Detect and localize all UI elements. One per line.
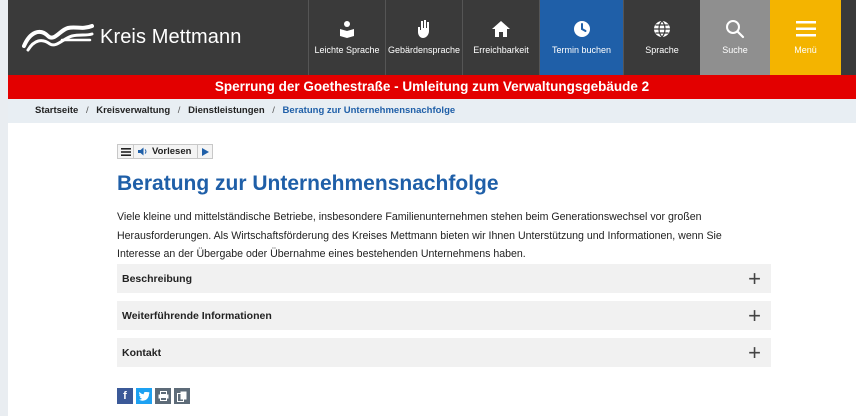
intro-text: Viele kleine und mittelständische Betrie…	[117, 211, 722, 260]
accordion-kontakt[interactable]: Kontakt +	[117, 338, 771, 367]
accordion-label: Kontakt	[122, 346, 162, 359]
breadcrumb: Startseite / Kreisverwaltung / Dienstlei…	[8, 99, 856, 123]
alert-text[interactable]: Sperrung der Goethestraße - Umleitung zu…	[215, 79, 649, 94]
facebook-glyph: f	[123, 390, 127, 402]
accordion-label: Beschreibung	[122, 272, 193, 285]
nav-label: Leichte Sprache	[314, 45, 380, 55]
readbar-menu-button[interactable]	[118, 145, 134, 158]
twitter-icon[interactable]	[136, 388, 152, 404]
page-title: Beratung zur Unternehmensnachfolge	[117, 172, 499, 195]
search-icon	[725, 19, 745, 39]
breadcrumb-separator: /	[272, 105, 275, 116]
breadcrumb-dienstleistungen[interactable]: Dienstleistungen	[188, 105, 265, 116]
accordion-weiterfuehrende-informationen[interactable]: Weiterführende Informationen +	[117, 301, 771, 330]
accordion-beschreibung[interactable]: Beschreibung +	[117, 264, 771, 293]
site-logo[interactable]: Kreis Mettmann	[22, 20, 241, 54]
copy-icon[interactable]	[174, 388, 190, 404]
nav-label: Suche	[722, 45, 748, 55]
nav-sprache[interactable]: Sprache	[623, 0, 700, 75]
breadcrumb-separator: /	[177, 105, 181, 116]
plus-icon: +	[748, 302, 761, 328]
sign-language-icon	[415, 19, 433, 39]
read-aloud-bar: Vorlesen	[117, 144, 214, 159]
nav-termin-buchen[interactable]: Termin buchen	[539, 0, 623, 75]
reader-icon	[338, 19, 356, 39]
kreis-mettmann-logo-icon	[22, 24, 94, 52]
site-header: Kreis Mettmann Leichte Sprache Gebärdens…	[8, 0, 856, 75]
breadcrumb-startseite[interactable]: Startseite	[35, 105, 78, 116]
nav-suche[interactable]: Suche	[700, 0, 770, 75]
nav-label: Menü	[794, 45, 817, 55]
breadcrumb-current: Beratung zur Unternehmensnachfolge	[282, 105, 456, 116]
nav-label: Erreichbarkeit	[473, 45, 529, 55]
clock-icon	[573, 19, 591, 39]
nav-erreichbarkeit[interactable]: Erreichbarkeit	[462, 0, 539, 75]
list-icon	[120, 147, 131, 156]
home-icon	[491, 19, 511, 39]
alert-banner[interactable]: Sperrung der Goethestraße - Umleitung zu…	[8, 75, 856, 99]
play-icon	[201, 147, 209, 156]
breadcrumb-kreisverwaltung[interactable]: Kreisverwaltung	[96, 105, 170, 116]
facebook-icon[interactable]: f	[117, 388, 133, 404]
accordion-label: Weiterführende Informationen	[122, 309, 272, 322]
nav-gebaerdensprache[interactable]: Gebärdensprache	[385, 0, 462, 75]
vorlesen-label: Vorlesen	[152, 146, 192, 157]
breadcrumb-separator: /	[85, 105, 89, 116]
nav-label: Sprache	[645, 45, 679, 55]
plus-icon: +	[748, 339, 761, 365]
hamburger-icon	[795, 19, 817, 39]
logo-text: Kreis Mettmann	[100, 25, 242, 48]
print-icon[interactable]	[155, 388, 171, 404]
nav-leichte-sprache[interactable]: Leichte Sprache	[308, 0, 385, 75]
share-bar: f	[117, 388, 190, 404]
page-frame: Kreis Mettmann Leichte Sprache Gebärdens…	[8, 0, 856, 416]
vorlesen-button[interactable]: Vorlesen	[134, 145, 199, 158]
speaker-icon	[138, 147, 147, 156]
nav-label: Termin buchen	[551, 45, 612, 55]
globe-icon	[653, 19, 671, 39]
nav-label: Gebärdensprache	[387, 45, 461, 55]
main-nav: Leichte Sprache Gebärdensprache Erreichb…	[308, 0, 841, 75]
plus-icon: +	[748, 265, 761, 291]
nav-menu[interactable]: Menü	[770, 0, 841, 75]
readbar-play-button[interactable]	[198, 145, 212, 158]
